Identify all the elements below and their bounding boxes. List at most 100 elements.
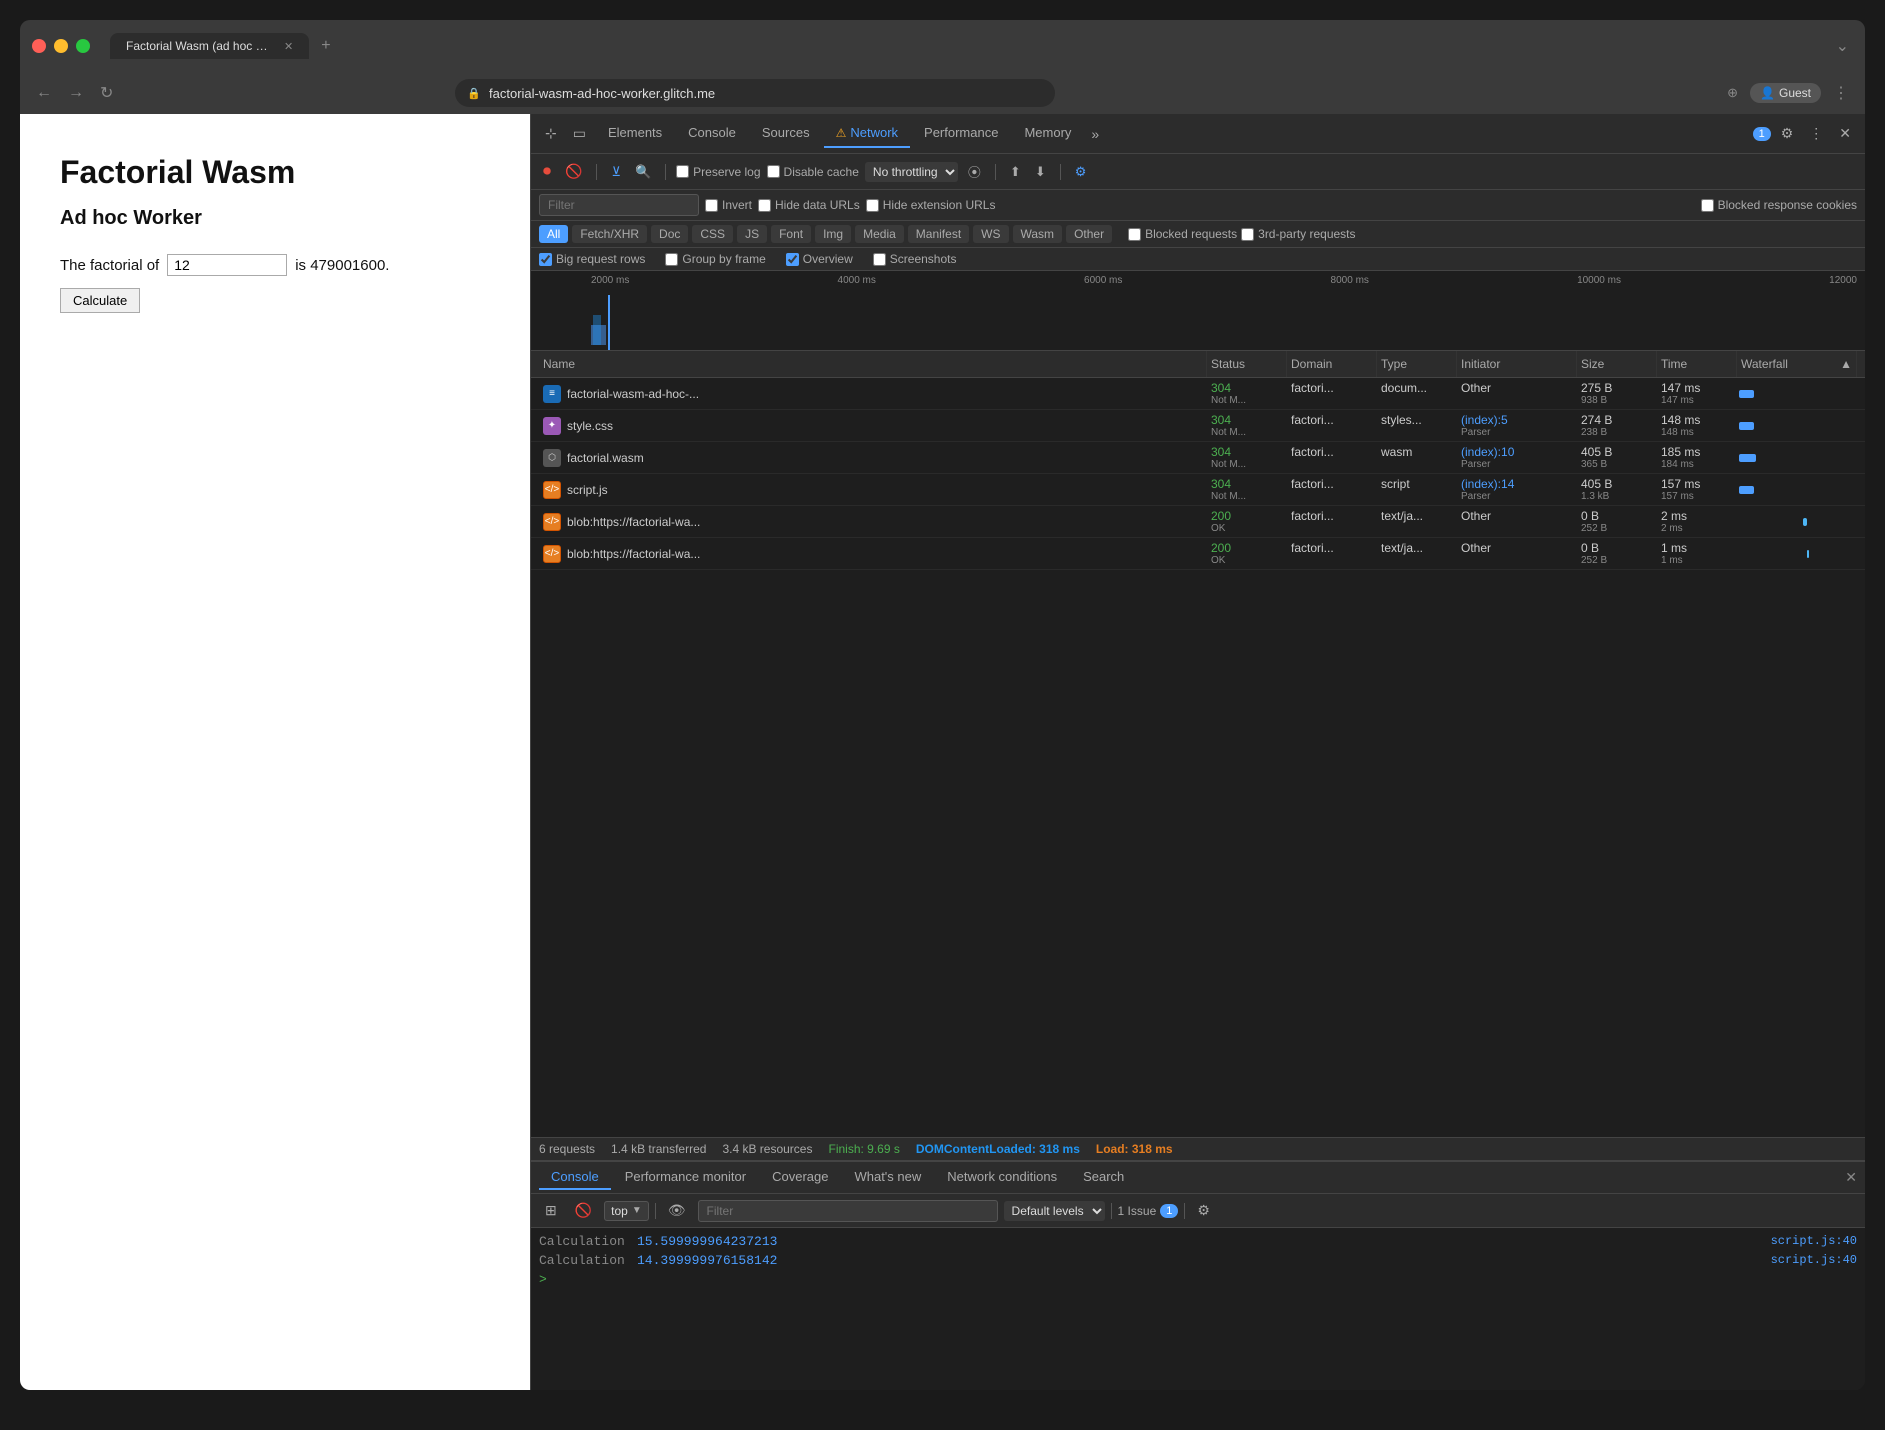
reload-button[interactable]: ↻ <box>96 79 117 107</box>
big-rows-label[interactable]: Big request rows <box>539 252 645 266</box>
third-party-checkbox[interactable] <box>1241 228 1254 241</box>
header-time[interactable]: Time <box>1657 351 1737 377</box>
hide-extension-checkbox[interactable] <box>866 199 879 212</box>
import-icon[interactable]: ⬆ <box>1006 162 1025 182</box>
table-row[interactable]: </> blob:https://factorial-wa... 200 OK … <box>531 538 1865 570</box>
header-waterfall[interactable]: Waterfall ▲ <box>1737 351 1857 377</box>
type-filter-fetch-xhr[interactable]: Fetch/XHR <box>572 225 647 243</box>
console-context-selector[interactable]: top ▼ <box>604 1201 649 1221</box>
console-tab-search[interactable]: Search <box>1071 1165 1136 1190</box>
tab-performance[interactable]: Performance <box>912 119 1010 148</box>
record-button[interactable]: ⏺ <box>539 161 555 183</box>
console-tab-console[interactable]: Console <box>539 1165 611 1190</box>
overview-checkbox[interactable] <box>786 253 799 266</box>
more-options-icon[interactable]: ⋮ <box>1803 121 1829 146</box>
hide-data-urls-checkbox[interactable] <box>758 199 771 212</box>
filter-icon[interactable]: ⊻ <box>607 162 625 182</box>
group-by-frame-checkbox[interactable] <box>665 253 678 266</box>
type-filter-ws[interactable]: WS <box>973 225 1008 243</box>
maximize-button[interactable] <box>76 39 90 53</box>
type-filter-all[interactable]: All <box>539 225 568 243</box>
header-type[interactable]: Type <box>1377 351 1457 377</box>
console-source-0[interactable]: script.js:40 <box>1771 1234 1857 1248</box>
close-button[interactable] <box>32 39 46 53</box>
invert-checkbox-label[interactable]: Invert <box>705 198 752 212</box>
console-levels-select[interactable]: Default levels <box>1004 1201 1105 1221</box>
clear-button[interactable]: 🚫 <box>561 161 586 182</box>
console-tab-coverage[interactable]: Coverage <box>760 1165 840 1190</box>
search-icon[interactable]: 🔍 <box>631 162 655 182</box>
guest-button[interactable]: 👤 Guest <box>1750 83 1821 103</box>
hide-extension-label[interactable]: Hide extension URLs <box>866 198 996 212</box>
console-prompt-icon[interactable]: > <box>539 1272 547 1287</box>
tab-console[interactable]: Console <box>676 119 748 148</box>
invert-checkbox[interactable] <box>705 199 718 212</box>
forward-button[interactable]: → <box>64 80 88 106</box>
type-filter-img[interactable]: Img <box>815 225 851 243</box>
header-name[interactable]: Name <box>539 351 1207 377</box>
console-clear-icon[interactable]: 🚫 <box>569 1198 598 1223</box>
tab-sources[interactable]: Sources <box>750 119 822 148</box>
table-row[interactable]: ≡ factorial-wasm-ad-hoc-... 304 Not M...… <box>531 378 1865 410</box>
type-filter-css[interactable]: CSS <box>692 225 733 243</box>
export-icon[interactable]: ⬇ <box>1031 162 1050 182</box>
disable-cache-label[interactable]: Disable cache <box>767 165 859 179</box>
preserve-log-checkbox[interactable] <box>676 165 689 178</box>
blocked-requests-label[interactable]: Blocked requests <box>1128 227 1237 241</box>
console-filter-input[interactable] <box>698 1200 998 1222</box>
console-tab-network-conditions[interactable]: Network conditions <box>935 1165 1069 1190</box>
preserve-log-label[interactable]: Preserve log <box>676 165 760 179</box>
menu-button[interactable]: ⋮ <box>1829 79 1853 107</box>
header-status[interactable]: Status <box>1207 351 1287 377</box>
devtools-device-icon[interactable]: ▭ <box>567 121 592 146</box>
header-size[interactable]: Size <box>1577 351 1657 377</box>
group-by-frame-label[interactable]: Group by frame <box>665 252 765 266</box>
type-filter-doc[interactable]: Doc <box>651 225 688 243</box>
settings-icon[interactable]: ⚙ <box>1775 121 1800 146</box>
type-filter-font[interactable]: Font <box>771 225 811 243</box>
calculate-button[interactable]: Calculate <box>60 288 140 313</box>
address-bar[interactable]: 🔒 factorial-wasm-ad-hoc-worker.glitch.me <box>455 79 1055 107</box>
disable-cache-checkbox[interactable] <box>767 165 780 178</box>
overview-label[interactable]: Overview <box>786 252 853 266</box>
screenshots-checkbox[interactable] <box>873 253 886 266</box>
tab-elements[interactable]: Elements <box>596 119 674 148</box>
table-row[interactable]: </> script.js 304 Not M... factori... sc… <box>531 474 1865 506</box>
big-rows-checkbox[interactable] <box>539 253 552 266</box>
new-tab-button[interactable]: + <box>321 37 330 55</box>
close-devtools-icon[interactable]: ✕ <box>1833 121 1857 146</box>
header-initiator[interactable]: Initiator <box>1457 351 1577 377</box>
more-tabs-button[interactable]: » <box>1085 122 1105 146</box>
header-domain[interactable]: Domain <box>1287 351 1377 377</box>
type-filter-media[interactable]: Media <box>855 225 904 243</box>
minimize-button[interactable] <box>54 39 68 53</box>
zoom-button[interactable]: ⊕ <box>1723 81 1742 105</box>
console-settings-icon[interactable]: ⚙ <box>1191 1198 1216 1223</box>
active-tab[interactable]: Factorial Wasm (ad hoc Wor... ✕ <box>110 33 309 59</box>
tab-memory[interactable]: Memory <box>1012 119 1083 148</box>
console-close-button[interactable]: ✕ <box>1845 1169 1857 1186</box>
tab-close-icon[interactable]: ✕ <box>284 40 293 53</box>
factorial-input[interactable] <box>167 254 287 276</box>
back-button[interactable]: ← <box>32 80 56 106</box>
chevron-down-icon[interactable]: ⌄ <box>1832 32 1853 60</box>
type-filter-other[interactable]: Other <box>1066 225 1112 243</box>
blocked-cookies-checkbox[interactable] <box>1701 199 1714 212</box>
table-row[interactable]: ⬡ factorial.wasm 304 Not M... factori...… <box>531 442 1865 474</box>
tab-network[interactable]: ⚠ Network <box>824 119 910 148</box>
filter-input[interactable] <box>539 194 699 216</box>
table-row[interactable]: </> blob:https://factorial-wa... 200 OK … <box>531 506 1865 538</box>
settings-network-icon[interactable]: ⚙ <box>1071 162 1091 182</box>
console-tab-performance-monitor[interactable]: Performance monitor <box>613 1165 758 1190</box>
throttle-select[interactable]: No throttling <box>865 162 958 182</box>
type-filter-manifest[interactable]: Manifest <box>908 225 969 243</box>
type-filter-js[interactable]: JS <box>737 225 767 243</box>
eye-icon[interactable]: 👁 <box>662 1198 692 1223</box>
online-icon[interactable]: ⦿ <box>964 160 985 183</box>
table-row[interactable]: ✦ style.css 304 Not M... factori... styl… <box>531 410 1865 442</box>
devtools-pointer-icon[interactable]: ⊹ <box>539 121 563 146</box>
hide-data-urls-label[interactable]: Hide data URLs <box>758 198 860 212</box>
console-tab-whats-new[interactable]: What's new <box>842 1165 933 1190</box>
console-sidebar-icon[interactable]: ⊞ <box>539 1198 563 1223</box>
console-prompt-line[interactable]: > <box>531 1270 1865 1289</box>
